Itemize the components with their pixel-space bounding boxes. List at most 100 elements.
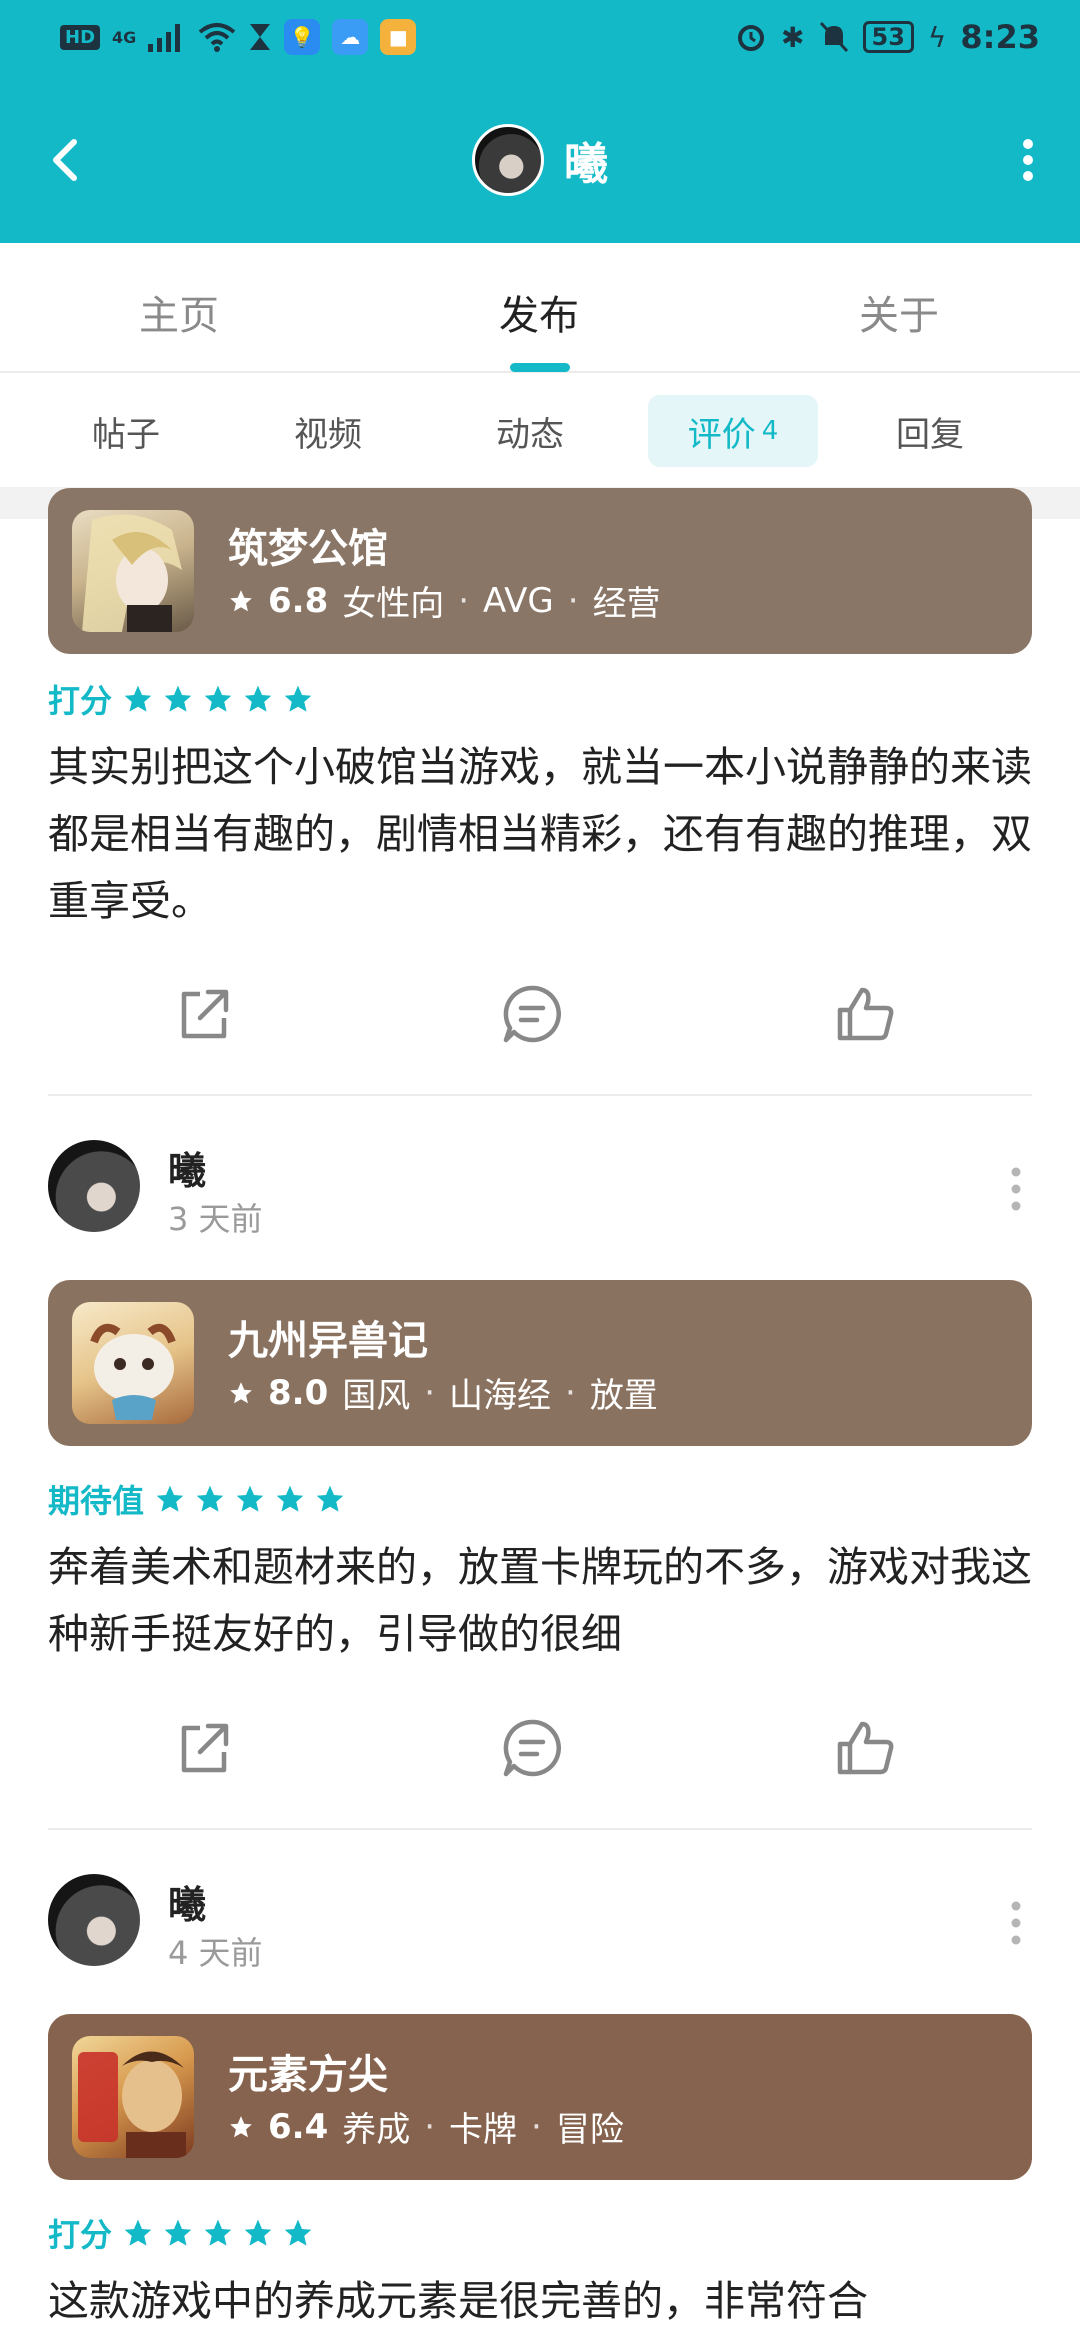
status-bar: HD 4G 💡 ☁ ■ ✱ 53 ϟ 8:23 — [0, 0, 1080, 75]
star-icon — [244, 2219, 272, 2246]
game-name: 九州异兽记 — [228, 1318, 428, 1364]
game-tag: AVG — [483, 580, 554, 621]
star-icon — [316, 1485, 344, 1512]
tag-separator: · — [531, 2106, 542, 2147]
game-score: 6.8 — [268, 580, 329, 621]
author-name[interactable]: 曦 — [168, 1140, 206, 1195]
cloud-app-icon: ☁ — [332, 19, 369, 55]
post-time: 3 天前 — [168, 1200, 263, 1238]
author-name[interactable]: 曦 — [168, 1874, 206, 1929]
star-icon — [156, 1485, 184, 1512]
game-name: 筑梦公馆 — [228, 526, 388, 572]
tab-about[interactable]: 关于 — [859, 283, 939, 341]
star-icon — [204, 2219, 232, 2246]
star-icon — [230, 2115, 252, 2137]
star-icon — [230, 589, 252, 611]
hourglass-icon — [250, 24, 271, 50]
mute-bell-icon — [819, 21, 848, 53]
wifi-icon — [199, 23, 236, 52]
game-tag: 国风 — [342, 1376, 411, 1416]
beast-art-icon — [90, 1323, 176, 1420]
rating-stars — [122, 2217, 314, 2249]
notes-app-icon: ■ — [380, 19, 417, 55]
star-icon — [236, 1485, 264, 1512]
tag-separator: · — [424, 2106, 436, 2147]
star-icon — [276, 1485, 304, 1512]
review-author: 曦 4 天前 — [48, 1874, 1032, 1974]
avatar[interactable] — [472, 124, 544, 196]
star-icon — [244, 685, 272, 712]
page-title: 曦 — [564, 139, 608, 190]
more-vertical-icon[interactable] — [1006, 1898, 1026, 1948]
game-card[interactable]: 元素方尖 6.4 养成 · 卡牌 · 冒险 — [48, 2014, 1032, 2180]
share-icon[interactable] — [172, 982, 236, 1046]
warrior-art-icon — [78, 2051, 186, 2158]
game-meta: 6.4 养成 · 卡牌 · 冒险 — [228, 2102, 624, 2151]
app-header: HD 4G 💡 ☁ ■ ✱ 53 ϟ 8:23 曦 — [0, 0, 1080, 243]
action-bar — [0, 1716, 1080, 1796]
like-icon[interactable] — [834, 982, 898, 1046]
avatar[interactable] — [48, 1140, 140, 1232]
tag-separator: · — [458, 580, 470, 621]
game-tag: 经营 — [592, 584, 661, 624]
rating-row: 打分 — [48, 2210, 314, 2256]
tab-publish[interactable]: 发布 — [499, 283, 579, 341]
rating-stars — [122, 683, 314, 715]
tag-separator: · — [565, 1372, 576, 1413]
bluetooth-icon: ✱ — [781, 20, 805, 54]
game-icon — [72, 510, 194, 632]
game-name: 元素方尖 — [228, 2052, 388, 2098]
game-tag: 卡牌 — [449, 2110, 518, 2150]
subtab-videos[interactable]: 视频 — [268, 395, 388, 467]
star-icon — [196, 1485, 224, 1512]
profile-title: 曦 — [0, 118, 1080, 202]
star-icon — [230, 1381, 252, 1403]
star-icon — [284, 685, 312, 712]
star-icon — [164, 685, 192, 712]
subtab-replies[interactable]: 回复 — [870, 395, 990, 467]
rating-label: 打分 — [48, 682, 113, 720]
game-icon — [72, 2036, 194, 2158]
subtab-reviews[interactable]: 评价 4 — [648, 395, 818, 467]
subtab-label: 评价 — [687, 414, 756, 455]
game-tag: 冒险 — [555, 2110, 624, 2150]
review-count-badge: 4 — [761, 416, 779, 446]
subtab-label: 视频 — [294, 414, 362, 455]
like-icon[interactable] — [834, 1716, 898, 1780]
share-icon[interactable] — [172, 1716, 236, 1780]
subtab-posts[interactable]: 帖子 — [66, 395, 186, 467]
avatar[interactable] — [48, 1874, 140, 1966]
game-card[interactable]: 九州异兽记 8.0 国风 · 山海经 · 放置 — [48, 1280, 1032, 1446]
star-icon — [164, 2219, 192, 2246]
game-tag: 山海经 — [449, 1376, 552, 1416]
comment-icon[interactable] — [500, 1716, 564, 1780]
tab-indicator — [510, 363, 570, 372]
game-tag: 养成 — [342, 2110, 411, 2150]
review-text: 其实别把这个小破馆当游戏，就当一本小说静静的来读都是相当有趣的，剧情相当精彩，还… — [48, 743, 1032, 925]
review-author: 曦 3 天前 — [48, 1140, 1032, 1240]
game-tag: 女性向 — [342, 584, 445, 624]
charging-icon: ϟ — [927, 20, 947, 54]
more-vertical-icon[interactable] — [1006, 1164, 1026, 1214]
alarm-icon — [738, 25, 765, 51]
game-card[interactable]: 筑梦公馆 6.8 女性向 · AVG · 经营 — [48, 488, 1032, 654]
rating-label: 打分 — [48, 2216, 113, 2254]
post-time: 4 天前 — [168, 1934, 263, 1972]
subtab-moments[interactable]: 动态 — [470, 395, 590, 467]
more-vertical-icon[interactable] — [1016, 128, 1040, 192]
game-score: 6.4 — [268, 2106, 329, 2147]
rating-label: 期待值 — [48, 1482, 145, 1520]
sub-tabs: 帖子 视频 动态 评价 4 回复 — [0, 375, 1080, 487]
review-text: 奔着美术和题材来的，放置卡牌玩的不多，游戏对我这种新手挺友好的，引导做的很细 — [48, 1543, 1032, 1658]
divider — [48, 1094, 1032, 1096]
tab-home[interactable]: 主页 — [139, 283, 219, 341]
subtab-label: 回复 — [896, 414, 964, 455]
main-tabs: 主页 发布 关于 — [0, 243, 1080, 373]
star-icon — [204, 685, 232, 712]
star-icon — [124, 685, 152, 712]
comment-icon[interactable] — [500, 982, 564, 1046]
game-meta: 6.8 女性向 · AVG · 经营 — [228, 576, 661, 625]
star-icon — [124, 2219, 152, 2246]
bulb-app-icon: 💡 — [284, 19, 321, 55]
tag-separator: · — [424, 1372, 436, 1413]
